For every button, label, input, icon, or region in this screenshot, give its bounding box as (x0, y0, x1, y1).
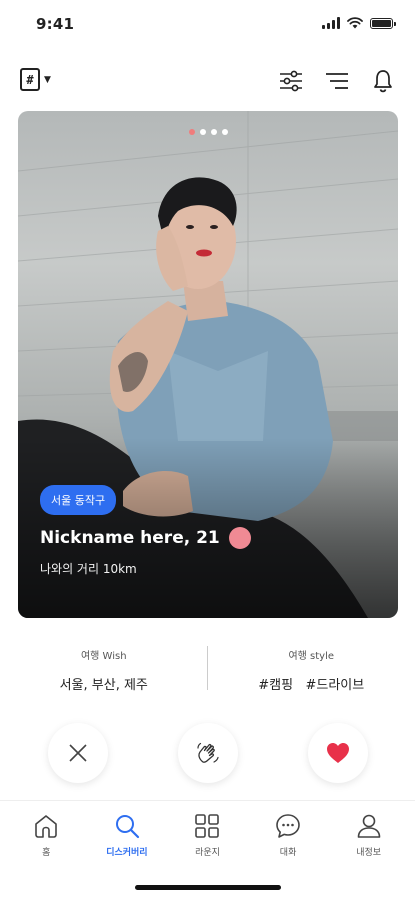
tab-home[interactable]: 홈 (11, 801, 81, 865)
home-indicator (135, 885, 281, 890)
hashtag-filter-button[interactable]: # ▼ (20, 68, 51, 91)
filter-button[interactable] (279, 68, 303, 94)
bell-icon (374, 70, 392, 93)
sort-button[interactable] (325, 68, 349, 94)
tab-lounge[interactable]: 라운지 (172, 801, 242, 865)
travel-style: 여행 style #캠핑 #드라이브 (208, 638, 415, 698)
tab-my-info[interactable]: 내정보 (334, 801, 404, 865)
pass-button[interactable] (47, 723, 108, 783)
info-divider (207, 646, 208, 690)
page-dot (221, 129, 228, 135)
tab-label: 홈 (42, 848, 51, 858)
profile-name: Nickname here, 21 (40, 528, 220, 548)
location-badge: 서울 동작구 (40, 485, 117, 515)
tab-label: 라운지 (195, 848, 220, 858)
status-time: 9:41 (36, 15, 75, 33)
search-icon (112, 811, 142, 841)
tab-label: 내정보 (356, 848, 382, 858)
profile-distance: 나와의 거리 10km (40, 562, 137, 576)
page-dot (199, 129, 206, 135)
status-bar: 9:41 (0, 0, 415, 48)
travel-style-value: #캠핑 #드라이브 (258, 678, 365, 693)
travel-info: 여행 Wish 서울, 부산, 제주 여행 style #캠핑 #드라이브 (0, 638, 415, 698)
page-dot (210, 129, 217, 135)
travel-wish: 여행 Wish 서울, 부산, 제주 (0, 638, 208, 698)
page-dot (188, 129, 195, 135)
status-icons (322, 17, 396, 29)
wifi-icon (347, 17, 363, 29)
sliders-icon (280, 70, 302, 92)
online-status-dot (228, 527, 251, 549)
like-button[interactable] (307, 723, 368, 783)
travel-style-label: 여행 style (288, 651, 335, 662)
battery-icon (370, 17, 396, 29)
toolbar-actions (279, 68, 395, 94)
travel-wish-value: 서울, 부산, 제주 (59, 678, 148, 693)
tab-label: 대화 (279, 848, 297, 858)
profile-card[interactable]: 서울 동작구 Nickname here, 21 나와의 거리 10km (18, 111, 398, 618)
travel-wish-label: 여행 Wish (80, 651, 127, 662)
hashtag-icon: # (20, 68, 40, 91)
tab-label: 디스커버리 (106, 848, 148, 858)
grid-icon (192, 811, 222, 841)
bottom-tab-bar: 홈 디스커버리 라운지 대화 내정보 (0, 800, 415, 865)
user-icon (354, 811, 384, 841)
top-toolbar: # ▼ (0, 62, 415, 102)
chat-icon (273, 811, 303, 841)
card-name-row: Nickname here, 21 (40, 527, 251, 549)
hashtag-label: # (26, 72, 34, 87)
waving-hand-icon (196, 742, 219, 763)
signal-icon (322, 17, 340, 29)
photo-page-indicator (18, 129, 398, 135)
home-icon (31, 811, 61, 841)
action-buttons (0, 723, 415, 783)
heart-icon (326, 743, 349, 763)
close-icon (68, 744, 87, 762)
wave-button[interactable] (177, 723, 238, 783)
notification-button[interactable] (371, 68, 395, 94)
tab-discovery[interactable]: 디스커버리 (92, 801, 162, 865)
caret-down-icon: ▼ (44, 74, 51, 85)
sort-icon (326, 73, 348, 89)
tab-chat[interactable]: 대화 (253, 801, 323, 865)
